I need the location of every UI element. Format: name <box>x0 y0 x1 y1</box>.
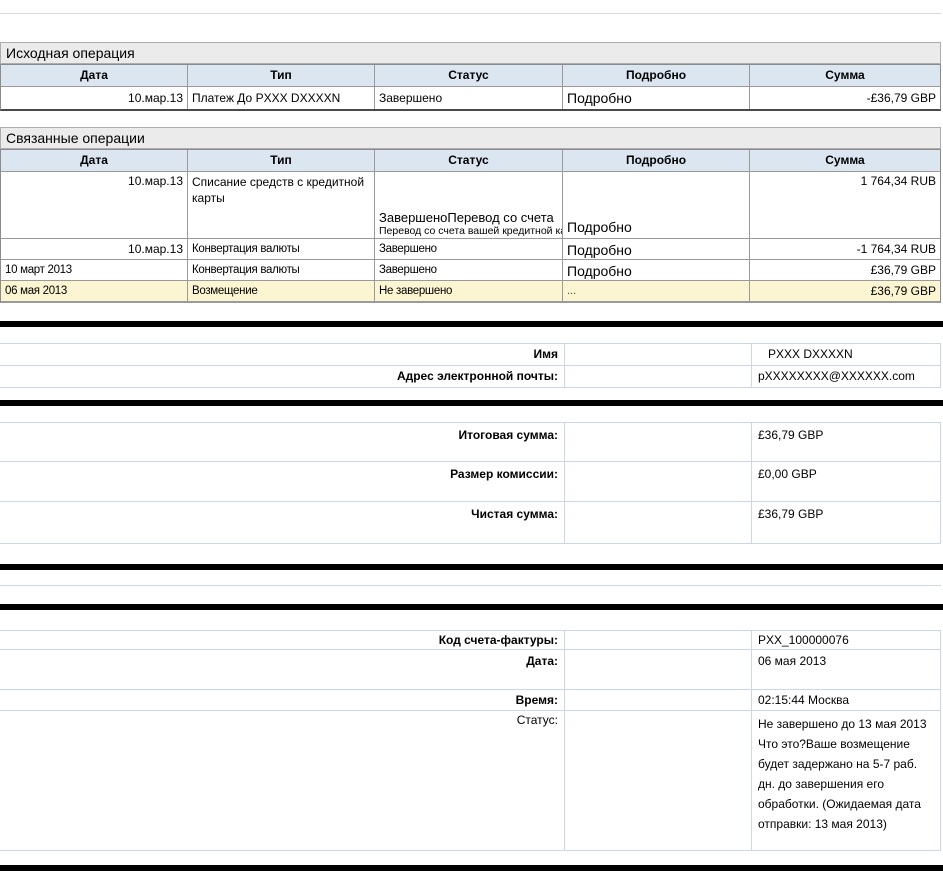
related-status-cell: Завершено <box>375 260 563 280</box>
related-table-header-row: Дата Тип Статус Подробно Сумма <box>1 150 940 171</box>
related-date-cell: 06 мая 2013 <box>1 281 188 301</box>
empty-cell <box>565 344 752 365</box>
recipient-name-row: Имя PXXX DXXXXN <box>0 344 941 366</box>
total-amount-label: Итоговая сумма: <box>0 423 565 461</box>
related-details-link[interactable]: Подробно <box>563 260 750 280</box>
col-header-amount: Сумма <box>750 150 940 171</box>
total-amount-row: Итоговая сумма: £36,79 GBP <box>0 423 941 462</box>
related-row-refund-highlighted: 06 мая 2013 Возмещение Не завершено ... … <box>1 280 940 301</box>
related-type-cell: Возмещение <box>188 281 375 301</box>
related-date-cell: 10.мар.13 <box>1 239 188 259</box>
related-details-link[interactable]: Подробно <box>563 172 750 238</box>
section-header-original-label: Исходная операция <box>6 45 135 61</box>
invoice-time-label: Время: <box>0 690 565 710</box>
related-operations-table: Дата Тип Статус Подробно Сумма 10.мар.13… <box>0 149 941 303</box>
related-date-cell: 10 март 2013 <box>1 260 188 280</box>
related-amount-cell: -1 764,34 RUB <box>750 239 940 259</box>
related-type-cell: Конвертация валюты <box>188 260 375 280</box>
light-divider <box>0 585 941 586</box>
related-row-conversion-2: 10 март 2013 Конвертация валюты Завершен… <box>1 259 940 280</box>
recipient-section: Имя PXXX DXXXXN Адрес электронной почты:… <box>0 343 941 388</box>
name-label: Имя <box>0 344 565 365</box>
original-table-row: 10.мар.13 Платеж До PXXX DXXXXN Завершен… <box>1 86 940 109</box>
original-operation-table: Дата Тип Статус Подробно Сумма 10.мар.13… <box>0 64 941 111</box>
separator-bar <box>0 865 943 871</box>
related-type-cell: Конвертация валюты <box>188 239 375 259</box>
separator-bar <box>0 604 943 610</box>
empty-cell <box>565 631 752 649</box>
invoice-code-row: Код счета-фактуры: PXX_100000076 <box>0 631 941 650</box>
empty-cell <box>565 462 752 501</box>
net-amount-row: Чистая сумма: £36,79 GBP <box>0 502 941 544</box>
related-status-cell: ЗавершеноПеревод со счета Перевод со сче… <box>375 172 563 238</box>
col-header-amount: Сумма <box>750 65 940 86</box>
separator-bar <box>0 400 943 406</box>
invoice-status-row: Статус: Не завершено до 13 мая 2013 Что … <box>0 711 941 851</box>
related-status-cell: Не завершено <box>375 281 563 301</box>
empty-cell <box>565 502 752 543</box>
col-header-details: Подробно <box>563 65 750 86</box>
status-overflow-text: ЗавершеноПеревод со счета Перевод со сче… <box>379 210 562 237</box>
name-value: PXXX DXXXXN <box>752 344 941 365</box>
invoice-section: Код счета-фактуры: PXX_100000076 Дата: 0… <box>0 630 941 851</box>
separator-bar <box>0 321 943 327</box>
transaction-details-page: Возмещение (Уникальный код операции 4XXX… <box>0 0 943 872</box>
related-type-cell: Списание средств с кредитной карты <box>188 172 375 238</box>
recipient-email-row: Адрес электронной почты: pXXXXXXXX@XXXXX… <box>0 366 941 388</box>
col-header-status: Статус <box>375 65 563 86</box>
invoice-status-value: Не завершено до 13 мая 2013 Что это?Ваше… <box>752 711 941 850</box>
net-amount-label: Чистая сумма: <box>0 502 565 543</box>
related-row-card-charge: 10.мар.13 Списание средств с кредитной к… <box>1 171 940 238</box>
empty-cell <box>565 690 752 710</box>
original-table-header-row: Дата Тип Статус Подробно Сумма <box>1 65 940 86</box>
original-date-cell: 10.мар.13 <box>1 87 188 109</box>
page-title: Возмещение (Уникальный код операции 4XXX… <box>4 21 403 42</box>
fee-row: Размер комиссии: £0,00 GBP <box>0 462 941 502</box>
original-type-cell: Платеж До PXXX DXXXXN <box>188 87 375 109</box>
empty-cell <box>565 423 752 461</box>
original-details-link[interactable]: Подробно <box>563 87 750 109</box>
related-details-link[interactable]: Подробно <box>563 239 750 259</box>
net-amount-value: £36,79 GBP <box>752 502 941 543</box>
top-divider <box>0 13 941 14</box>
related-amount-cell: £36,79 GBP <box>750 260 940 280</box>
invoice-date-label: Дата: <box>0 650 565 689</box>
col-header-type: Тип <box>188 150 375 171</box>
email-value: pXXXXXXXX@XXXXXX.com <box>752 366 941 387</box>
status-line-1: ЗавершеноПеревод со счета <box>379 210 562 225</box>
fee-value: £0,00 GBP <box>752 462 941 501</box>
invoice-status-label: Статус: <box>0 711 565 850</box>
section-header-original-operation: Исходная операция <box>0 42 941 64</box>
original-status-cell: Завершено <box>375 87 563 109</box>
related-amount-cell: 1 764,34 RUB <box>750 172 940 238</box>
invoice-time-row: Время: 02:15:44 Москва <box>0 690 941 711</box>
col-header-date: Дата <box>1 150 188 171</box>
invoice-date-row: Дата: 06 мая 2013 <box>0 650 941 690</box>
col-header-details: Подробно <box>563 150 750 171</box>
col-header-date: Дата <box>1 65 188 86</box>
section-header-related-label: Связанные операции <box>6 130 145 146</box>
related-details-cell: ... <box>563 281 750 301</box>
section-header-related-operations: Связанные операции <box>0 127 941 149</box>
invoice-date-value: 06 мая 2013 <box>752 650 941 689</box>
empty-cell <box>565 711 752 850</box>
invoice-code-value: PXX_100000076 <box>752 631 941 649</box>
related-date-cell: 10.мар.13 <box>1 172 188 238</box>
original-amount-cell: -£36,79 GBP <box>750 87 940 109</box>
status-line-2: Перевод со счета вашей кредитной карты <box>379 225 562 237</box>
related-amount-cell: £36,79 GBP <box>750 281 940 301</box>
invoice-code-label: Код счета-фактуры: <box>0 631 565 649</box>
related-status-cell: Завершено <box>375 239 563 259</box>
email-label: Адрес электронной почты: <box>0 366 565 387</box>
totals-section: Итоговая сумма: £36,79 GBP Размер комисс… <box>0 422 941 544</box>
fee-label: Размер комиссии: <box>0 462 565 501</box>
empty-cell <box>565 366 752 387</box>
invoice-time-value: 02:15:44 Москва <box>752 690 941 710</box>
empty-cell <box>565 650 752 689</box>
col-header-type: Тип <box>188 65 375 86</box>
total-amount-value: £36,79 GBP <box>752 423 941 461</box>
related-row-conversion-1: 10.мар.13 Конвертация валюты Завершено П… <box>1 238 940 259</box>
separator-bar <box>0 564 943 570</box>
col-header-status: Статус <box>375 150 563 171</box>
